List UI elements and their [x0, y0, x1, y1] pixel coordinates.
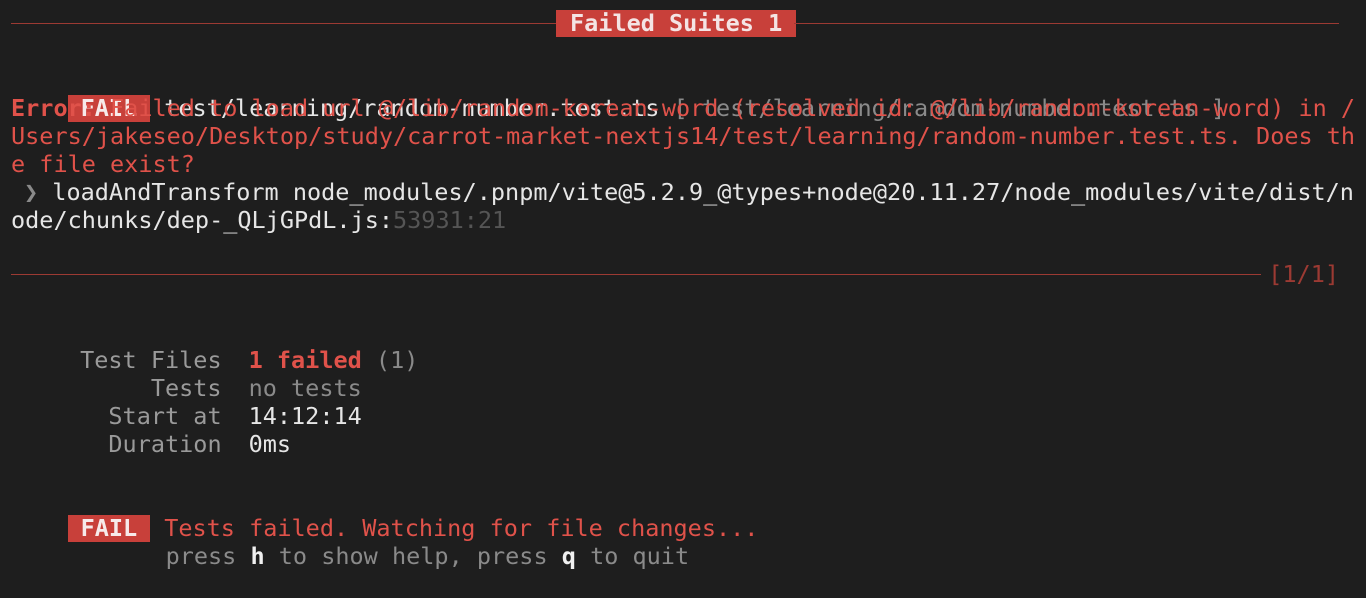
fail-file-line: FAIL test/learning/random-number.test.ts …	[11, 66, 1225, 122]
summary-row-start-at: Start at 14:12:14	[11, 374, 361, 430]
summary-label: Duration	[108, 430, 222, 458]
error-line-3: e file exist?	[11, 150, 195, 178]
header-rule-left	[11, 23, 556, 24]
show-help-text: to show help, press	[264, 542, 562, 570]
failed-suites-header: Failed Suites 1	[556, 10, 797, 37]
summary-row-tests: Tests no tests	[11, 346, 362, 402]
stack-line-1: ❯ loadAndTransform node_modules/.pnpm/vi…	[11, 178, 1354, 206]
summary-row-test-files: Test Files 1 failed (1)	[11, 318, 418, 374]
stack-position: 53931:21	[393, 206, 507, 234]
summary-extra: (1)	[361, 346, 419, 374]
stack-text-1: loadAndTransform node_modules/.pnpm/vite…	[38, 178, 1354, 206]
to-quit-text: to quit	[575, 542, 690, 570]
error-line-2: Users/jakeseo/Desktop/study/carrot-marke…	[11, 122, 1356, 150]
header-rule-right	[794, 23, 1339, 24]
summary-row-duration: Duration 0ms	[11, 402, 291, 458]
press-text-1: press	[165, 542, 251, 570]
quit-key[interactable]: q	[562, 542, 576, 570]
error-line-1: Error: Failed to load url @/lib/random-k…	[11, 94, 1355, 122]
stack-text-2: ode/chunks/dep-_QLjGPdL.js:	[11, 206, 394, 234]
stack-chevron-icon: ❯	[24, 178, 39, 206]
error-label: Error:	[11, 94, 96, 122]
pager-indicator: [1/1]	[1268, 260, 1339, 288]
help-key[interactable]: h	[250, 542, 264, 570]
error-text-1: Failed to load url @/lib/random-korean-w…	[95, 94, 1356, 122]
terminal-window: Failed Suites 1 FAIL test/learning/random…	[0, 0, 1366, 570]
stack-line-2: ode/chunks/dep-_QLjGPdL.js:53931:21	[11, 206, 506, 234]
divider-rule	[11, 274, 1261, 275]
summary-value: 0ms	[248, 430, 292, 458]
footer-help-line: press h to show help, press q to quit	[109, 514, 690, 570]
footer-fail-line: FAIL Tests failed. Watching for file chan…	[11, 486, 758, 542]
